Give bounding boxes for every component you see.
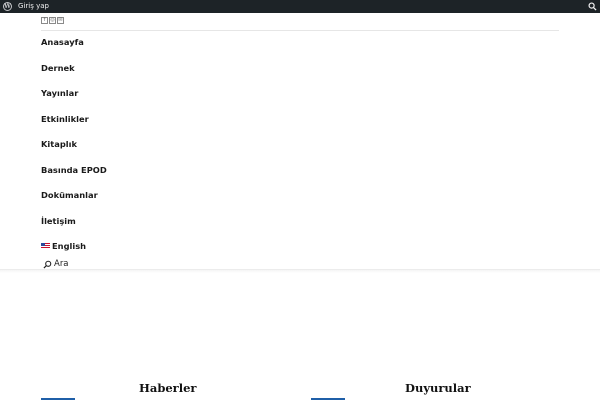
header-shadow: [0, 270, 600, 273]
nav-item-english[interactable]: English: [41, 235, 107, 261]
nav-item-etkinlikler[interactable]: Etkinlikler: [41, 108, 107, 134]
nav-item-english-label: English: [52, 241, 87, 251]
header-divider: [41, 30, 559, 31]
news-section-title: Haberler: [139, 381, 197, 395]
nav-item-basinda-epod[interactable]: Basında EPOD: [41, 159, 107, 185]
search-toggle[interactable]: Ara: [43, 259, 69, 269]
admin-bar: W Giriş yap: [0, 0, 600, 13]
nav-item-iletisim[interactable]: İletişim: [41, 210, 107, 236]
nav-item-dokumanlar[interactable]: Dokümanlar: [41, 184, 107, 210]
main-navigation: Anasayfa Dernek Yayınlar Etkinlikler Kit…: [41, 31, 107, 261]
email-icon[interactable]: ✉: [57, 17, 64, 24]
nav-item-anasayfa[interactable]: Anasayfa: [41, 31, 107, 57]
announcements-section-title: Duyurular: [405, 381, 471, 395]
nav-item-dernek[interactable]: Dernek: [41, 57, 107, 83]
search-icon: [43, 260, 52, 269]
us-flag-icon: [41, 242, 50, 249]
nav-item-yayinlar[interactable]: Yayınlar: [41, 82, 107, 108]
login-link[interactable]: Giriş yap: [18, 0, 49, 13]
nav-item-kitaplik[interactable]: Kitaplık: [41, 133, 107, 159]
search-icon[interactable]: [588, 2, 597, 11]
instagram-icon[interactable]: ◎: [49, 17, 56, 24]
wordpress-logo-icon[interactable]: W: [3, 2, 12, 11]
search-label: Ara: [54, 259, 69, 269]
facebook-icon[interactable]: f: [41, 17, 48, 24]
social-links: f ◎ ✉: [41, 17, 64, 24]
